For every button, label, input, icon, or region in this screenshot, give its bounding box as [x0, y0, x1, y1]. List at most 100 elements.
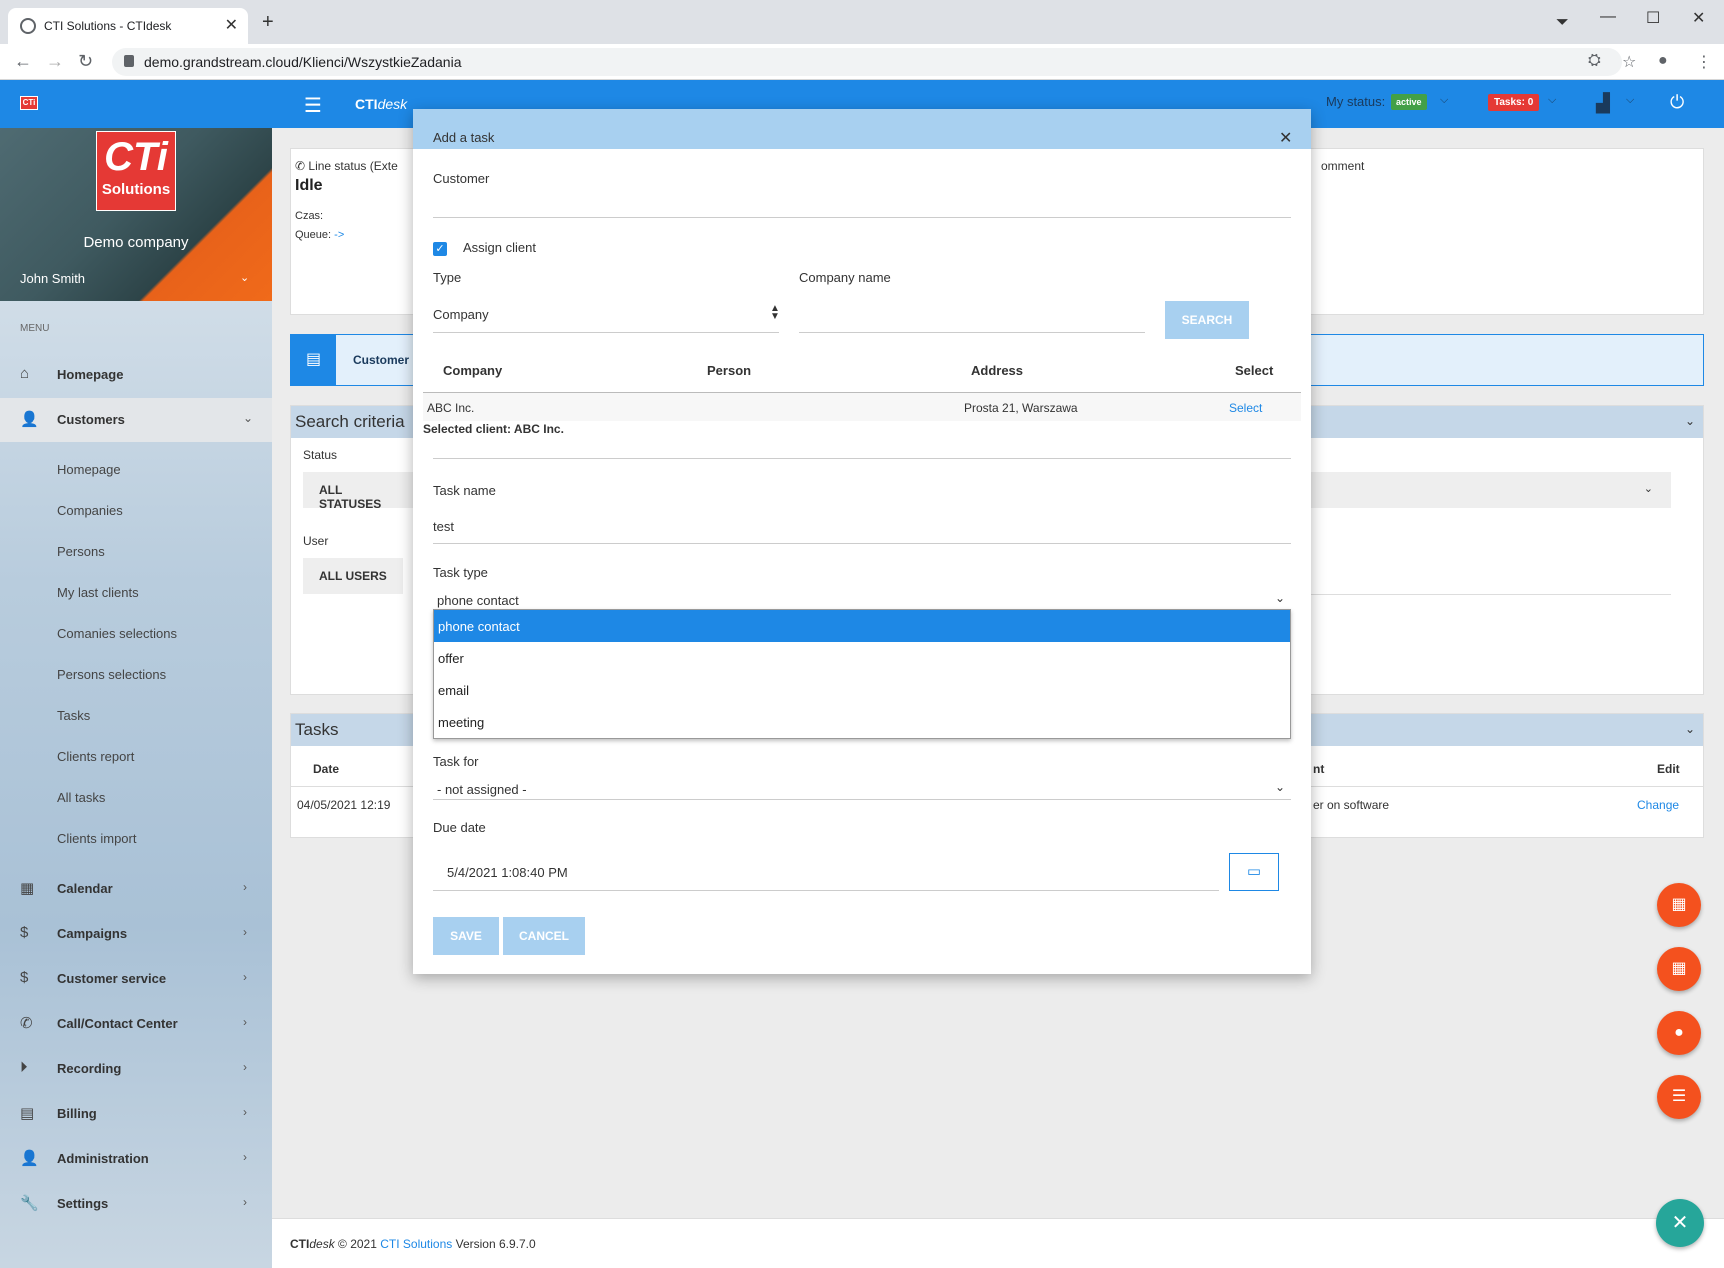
nav-homepage[interactable]: ⌂ Homepage — [0, 353, 272, 397]
account-icon[interactable]: ● — [1658, 52, 1668, 70]
play-icon: ⏵ — [20, 1059, 28, 1076]
power-icon[interactable]: ⏻ — [1670, 92, 1684, 113]
assign-client-checkbox[interactable]: ✓ — [433, 242, 447, 256]
modal-header — [413, 109, 1311, 149]
maximize-icon[interactable]: ☐ — [1646, 8, 1660, 28]
new-tab-icon[interactable]: + — [262, 11, 274, 34]
sub-companies-selections[interactable]: Comanies selections — [57, 626, 177, 641]
tasks-title: Tasks — [295, 720, 339, 739]
change-link[interactable]: Change — [1637, 798, 1679, 812]
nav-customer-service[interactable]: $ Customer service › — [0, 957, 272, 1001]
sub-all-tasks[interactable]: All tasks — [57, 790, 105, 805]
chevron-down-icon[interactable]: ⌄ — [240, 271, 249, 284]
close-icon[interactable]: ✕ — [1279, 128, 1292, 148]
task-for-underline — [433, 799, 1291, 800]
lock-icon — [124, 55, 134, 67]
sub-companies[interactable]: Companies — [57, 503, 123, 518]
sub-tasks[interactable]: Tasks — [57, 708, 90, 723]
czas-label: Czas: — [295, 210, 324, 222]
chevron-down-icon[interactable]: ⌵ — [1626, 94, 1634, 107]
nav-calendar[interactable]: ▦ Calendar › — [0, 867, 272, 911]
star-icon[interactable]: ☆ — [1622, 52, 1636, 72]
nav-settings[interactable]: 🔧 Settings › — [0, 1182, 272, 1226]
building-icon[interactable]: ▦ — [1657, 883, 1701, 927]
profile-dropdown-icon[interactable]: ⏷ — [1556, 14, 1569, 32]
search-button[interactable]: SEARCH — [1165, 301, 1249, 339]
chevron-down-icon[interactable]: ⌵ — [1548, 94, 1556, 107]
company-name: Demo company — [83, 234, 189, 251]
nav-recording[interactable]: ⏵ Recording › — [0, 1047, 272, 1091]
footer: CTIdesk © 2021 CTI Solutions Version 6.9… — [272, 1218, 1724, 1268]
option-meeting[interactable]: meeting — [434, 706, 1290, 738]
chevron-down-icon[interactable]: ⌄ — [1275, 780, 1285, 794]
nav-customers[interactable]: 👤 Customers ⌄ — [0, 398, 272, 442]
comment-label: omment — [1321, 159, 1365, 173]
close-fab-icon[interactable]: ✕ — [1656, 1199, 1704, 1247]
task-name-input[interactable]: test — [433, 519, 454, 534]
save-button[interactable]: SAVE — [433, 917, 499, 955]
column-header-comment[interactable]: nt — [1313, 762, 1324, 776]
nav-administration[interactable]: 👤 Administration › — [0, 1137, 272, 1181]
hamburger-icon[interactable]: ☰ — [304, 93, 322, 118]
nav-campaigns[interactable]: $ Campaigns › — [0, 912, 272, 956]
calendar-icon[interactable]: ▭ — [1229, 853, 1279, 891]
forward-icon[interactable]: → — [46, 51, 64, 72]
network-icon[interactable]: ▟ — [1596, 93, 1610, 114]
reload-icon[interactable]: ↻ — [78, 51, 93, 72]
chevron-right-icon: › — [243, 1195, 247, 1209]
back-icon[interactable]: ← — [14, 51, 32, 72]
tasks-badge[interactable]: Tasks: 0 — [1488, 94, 1540, 111]
status-badge[interactable]: active — [1391, 94, 1427, 110]
tab-title: CTI Solutions - CTIdesk — [44, 19, 172, 33]
list-icon[interactable]: ☰ — [1657, 1075, 1701, 1119]
select-client-link[interactable]: Select — [1229, 401, 1262, 415]
column-header-date[interactable]: Date — [313, 762, 339, 776]
option-email[interactable]: email — [434, 674, 1290, 706]
sub-clients-import[interactable]: Clients import — [57, 831, 136, 846]
sub-persons-selections[interactable]: Persons selections — [57, 667, 166, 682]
th-company: Company — [443, 363, 503, 378]
user-name[interactable]: John Smith — [20, 271, 85, 286]
sub-clients-report[interactable]: Clients report — [57, 749, 134, 764]
task-type-select[interactable]: phone contact — [437, 593, 519, 608]
task-for-select[interactable]: - not assigned - — [437, 782, 527, 797]
chevron-right-icon: › — [243, 1015, 247, 1029]
sub-homepage[interactable]: Homepage — [57, 462, 121, 477]
url-field[interactable]: demo.grandstream.cloud/Klienci/Wszystkie… — [112, 48, 1622, 76]
chevron-down-icon[interactable]: ⌄ — [1685, 414, 1695, 428]
due-date-input[interactable]: 5/4/2021 1:08:40 PM — [447, 865, 568, 880]
minimize-icon[interactable]: — — [1600, 8, 1616, 26]
th-person: Person — [707, 363, 752, 378]
tab-close-icon[interactable]: ✕ — [225, 15, 238, 35]
task-type-label: Task type — [433, 565, 488, 580]
queue-label: Queue: -> — [295, 229, 345, 241]
chevron-down-icon[interactable]: ⌵ — [1440, 94, 1448, 107]
user-select[interactable]: ALL USERS — [303, 558, 403, 594]
customer-field[interactable] — [433, 217, 1291, 218]
chevron-down-icon[interactable]: ⌄ — [1685, 722, 1695, 736]
chevron-down-icon[interactable]: ⌄ — [1275, 591, 1285, 605]
translate-icon[interactable]: ⛭ — [1588, 52, 1601, 70]
building-icon[interactable]: ▦ — [1657, 947, 1701, 991]
cancel-button[interactable]: CANCEL — [503, 917, 585, 955]
option-offer[interactable]: offer — [434, 642, 1290, 674]
queue-link[interactable]: -> — [334, 229, 344, 241]
status-right-select[interactable]: ⌄ — [1291, 472, 1671, 508]
nav-call-contact-center[interactable]: ✆ Call/Contact Center › — [0, 1002, 272, 1046]
sub-my-last-clients[interactable]: My last clients — [57, 585, 139, 600]
nav-billing[interactable]: ▤ Billing › — [0, 1092, 272, 1136]
type-select[interactable]: Company — [433, 307, 489, 322]
sub-persons[interactable]: Persons — [57, 544, 105, 559]
company-name-input[interactable] — [799, 332, 1145, 333]
option-phone-contact[interactable]: phone contact — [434, 610, 1290, 642]
footer-link[interactable]: CTI Solutions — [380, 1237, 452, 1251]
status-select[interactable]: ALL STATUSES — [303, 472, 413, 511]
customer-bar-label: Customer — [353, 353, 410, 367]
window-close-icon[interactable]: ✕ — [1692, 8, 1705, 28]
person-icon[interactable]: ● — [1657, 1011, 1701, 1055]
brand-title: CTIdesk — [355, 96, 408, 112]
browser-tab[interactable]: CTI Solutions - CTIdesk ✕ — [8, 8, 248, 44]
url-text: demo.grandstream.cloud/Klienci/Wszystkie… — [144, 54, 462, 70]
app-logo[interactable]: CTi — [20, 96, 38, 110]
more-icon[interactable]: ⋮ — [1696, 52, 1712, 72]
